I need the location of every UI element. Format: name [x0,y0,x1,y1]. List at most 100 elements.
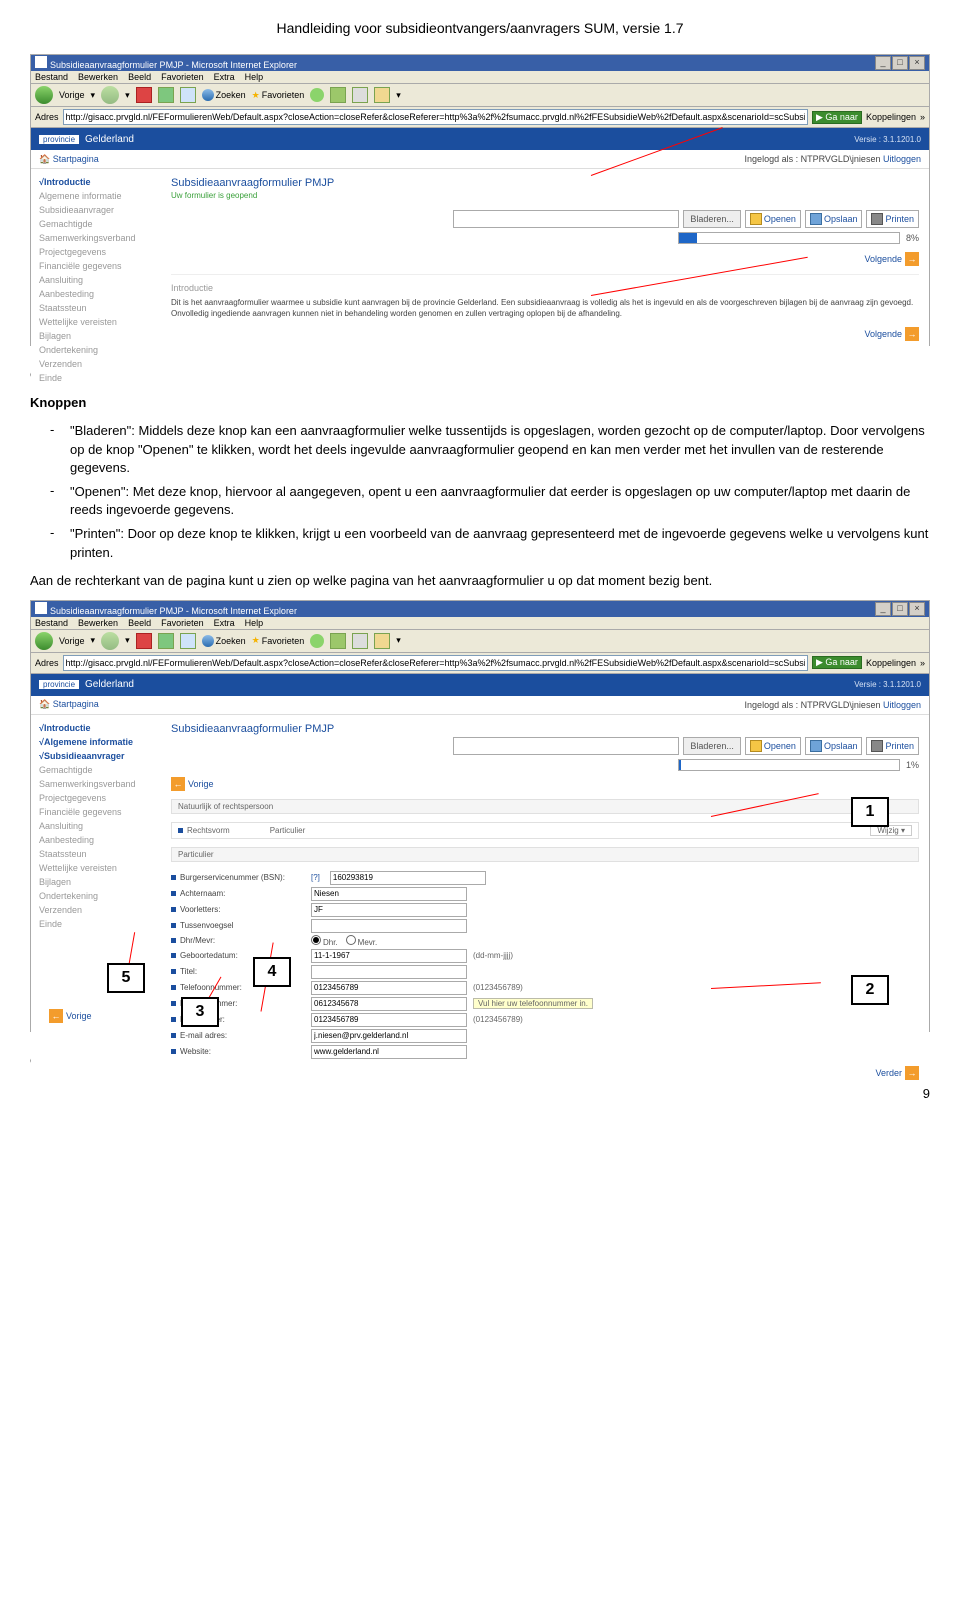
menu-item[interactable]: Beeld [128,72,151,82]
close-icon[interactable]: × [909,56,925,70]
close-icon[interactable]: × [909,602,925,616]
toolbar[interactable]: Vorige ▾ ▾ Zoeken ★Favorieten ▾ [31,84,929,107]
maximize-icon[interactable]: □ [892,602,908,616]
window-controls[interactable]: _□× [874,56,925,70]
tussenvoegsel-input[interactable] [311,919,467,933]
sidebar-item[interactable]: √Introductie [31,721,161,735]
favorites-button[interactable]: ★Favorieten [252,90,305,101]
file-input[interactable] [453,737,679,755]
url-input[interactable] [63,109,808,125]
dropdown-icon[interactable]: ▾ [91,90,96,101]
home-icon[interactable] [180,87,196,103]
media-icon[interactable] [310,634,324,648]
sidebar-item[interactable]: Staatssteun [31,847,161,861]
verder-button[interactable]: Verder→ [875,1066,919,1080]
sidebar-item[interactable]: Einde [31,371,161,385]
media-icon[interactable] [310,88,324,102]
menu-item[interactable]: Extra [214,72,235,82]
url-input[interactable] [63,655,808,671]
sidebar-item[interactable]: Gemachtigde [31,217,161,231]
logout-link[interactable]: Uitloggen [883,700,921,710]
vorige-bottom[interactable]: ←Vorige [49,1009,92,1023]
sidebar-item[interactable]: Wettelijke vereisten [31,315,161,329]
refresh-icon[interactable] [158,633,174,649]
sidebar-item[interactable]: √Introductie [31,175,161,189]
sidebar-item[interactable]: Verzenden [31,357,161,371]
menu-item[interactable]: Extra [214,618,235,628]
mobiel-input[interactable] [311,997,467,1011]
tool-icon[interactable] [352,633,368,649]
sidebar-item[interactable]: Aansluiting [31,273,161,287]
sidebar-item[interactable]: Bijlagen [31,329,161,343]
file-input[interactable] [453,210,679,228]
save-button[interactable]: Opslaan [805,737,863,755]
address-bar[interactable]: Adres ▶ Ga naar Koppelingen» [31,653,929,674]
menu-item[interactable]: Bestand [35,72,68,82]
sidebar-item[interactable]: Gemachtigde [31,763,161,777]
sidebar-item[interactable]: Ondertekening [31,343,161,357]
menu-item[interactable]: Favorieten [161,618,204,628]
save-button[interactable]: Opslaan [805,210,863,228]
achternaam-input[interactable] [311,887,467,901]
sidebar-item[interactable]: Aanbesteding [31,833,161,847]
tool-icon[interactable] [330,633,346,649]
sidebar-item[interactable]: Aanbesteding [31,287,161,301]
menu-item[interactable]: Bestand [35,618,68,628]
tool-icon[interactable] [352,87,368,103]
menu-item[interactable]: Favorieten [161,72,204,82]
sidebar-item[interactable]: Verzenden [31,903,161,917]
minimize-icon[interactable]: _ [875,56,891,70]
refresh-icon[interactable] [158,87,174,103]
next-button[interactable]: Volgende→ [864,252,919,266]
stop-icon[interactable] [136,87,152,103]
menu-item[interactable]: Help [245,618,264,628]
home-link[interactable]: 🏠 Startpagina [39,154,99,165]
menu-bar[interactable]: BestandBewerkenBeeldFavorietenExtraHelp [31,617,929,630]
email-input[interactable] [311,1029,467,1043]
tool-icon[interactable] [330,87,346,103]
sidebar-item[interactable]: Financiële gegevens [31,805,161,819]
sidebar-item[interactable]: Subsidieaanvrager [31,203,161,217]
prev-button[interactable]: ←Vorige [171,777,214,791]
sidebar-nav[interactable]: √Introductie Algemene informatie Subsidi… [31,169,161,391]
sidebar-item[interactable]: Einde [31,917,161,931]
tool-icon[interactable] [374,633,390,649]
menu-bar[interactable]: Bestand Bewerken Beeld Favorieten Extra Help [31,71,929,84]
sidebar-item[interactable]: √Subsidieaanvrager [31,749,161,763]
maximize-icon[interactable]: □ [892,56,908,70]
sidebar-item[interactable]: Ondertekening [31,889,161,903]
links-label[interactable]: Koppelingen [866,112,916,122]
stop-icon[interactable] [136,633,152,649]
open-button[interactable]: Openen [745,737,801,755]
browse-button[interactable]: Bladeren... [683,737,741,755]
go-button[interactable]: ▶ Ga naar [812,111,862,124]
mevr-radio[interactable]: Mevr. [346,935,378,947]
minimize-icon[interactable]: _ [875,602,891,616]
logout-link[interactable]: Uitloggen [883,154,921,164]
back-label[interactable]: Vorige [59,90,85,100]
sidebar-item[interactable]: Aansluiting [31,819,161,833]
sidebar-item[interactable]: Financiële gegevens [31,259,161,273]
back-icon[interactable] [35,632,53,650]
titel-input[interactable] [311,965,467,979]
sidebar-item[interactable]: Algemene informatie [31,189,161,203]
search-button[interactable]: Zoeken [202,89,246,101]
sidebar-item[interactable]: Wettelijke vereisten [31,861,161,875]
menu-item[interactable]: Bewerken [78,72,118,82]
sidebar-item[interactable]: Samenwerkingsverband [31,777,161,791]
geboortedatum-input[interactable] [311,949,467,963]
browse-button[interactable]: Bladeren... [683,210,741,228]
dropdown-icon[interactable]: ▾ [396,90,401,101]
menu-item[interactable]: Help [245,72,264,82]
sidebar-nav[interactable]: √Introductie √Algemene informatie √Subsi… [31,715,161,1088]
fax-input[interactable] [311,1013,467,1027]
telefoon-input[interactable] [311,981,467,995]
window-controls[interactable]: _□× [874,602,925,616]
voorletters-input[interactable] [311,903,467,917]
tool-icon[interactable] [374,87,390,103]
bsn-input[interactable] [330,871,486,885]
next-button[interactable]: Volgende→ [864,327,919,341]
menu-item[interactable]: Bewerken [78,618,118,628]
address-bar[interactable]: Adres ▶ Ga naar Koppelingen» [31,107,929,128]
favorites-button[interactable]: ★Favorieten [252,635,305,646]
